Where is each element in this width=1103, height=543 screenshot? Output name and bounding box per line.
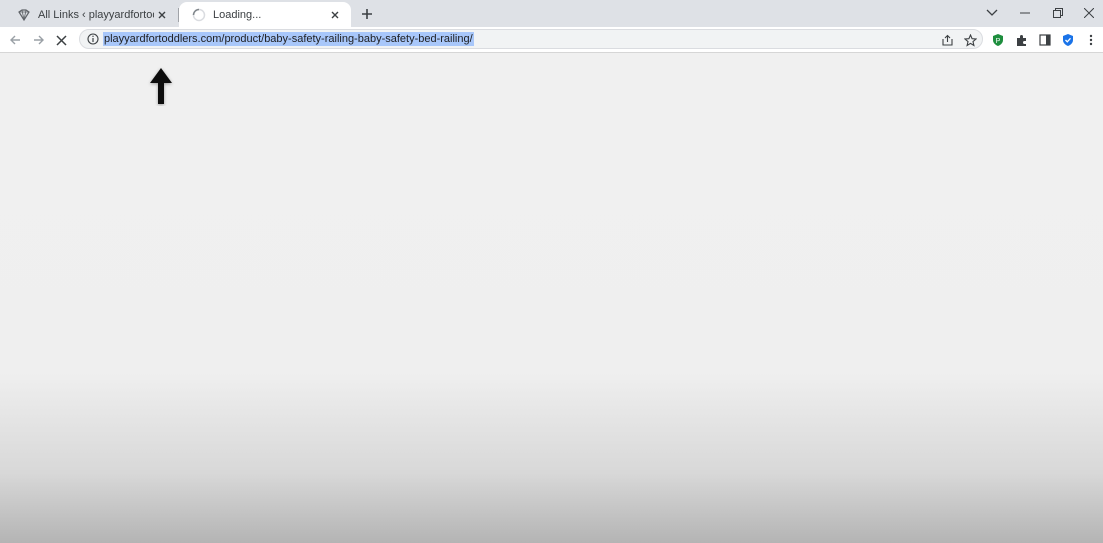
back-arrow-icon	[10, 35, 20, 45]
share-icon[interactable]	[939, 32, 955, 48]
back-button[interactable]	[5, 30, 25, 50]
url-text[interactable]: playyardfortoddlers.com/product/baby-saf…	[103, 32, 474, 46]
kebab-menu-icon	[1089, 34, 1093, 46]
side-panel-icon	[1039, 34, 1051, 46]
extensions-button[interactable]	[1012, 31, 1030, 49]
plus-icon	[362, 9, 372, 19]
close-tab-icon[interactable]	[154, 7, 170, 23]
svg-text:P: P	[996, 38, 1001, 45]
forward-button[interactable]	[29, 30, 49, 50]
tab-strip: All Links ‹ playyardfortoddlers — Loadin…	[0, 0, 1103, 27]
menu-button[interactable]	[1082, 31, 1100, 49]
tab-loading[interactable]: Loading...	[179, 2, 351, 27]
extension-blue-button[interactable]	[1059, 31, 1077, 49]
up-arrow-icon	[150, 68, 172, 104]
side-panel-button[interactable]	[1036, 31, 1054, 49]
tab-all-links[interactable]: All Links ‹ playyardfortoddlers —	[4, 2, 178, 27]
puzzle-icon	[1016, 34, 1026, 46]
chevron-down-icon	[986, 9, 997, 16]
close-icon	[1083, 8, 1094, 18]
forward-arrow-icon	[34, 35, 44, 45]
address-bar[interactable]: playyardfortoddlers.com/product/baby-saf…	[79, 29, 983, 49]
tab-title: All Links ‹ playyardfortoddlers —	[38, 8, 154, 21]
close-tab-icon[interactable]	[327, 7, 343, 23]
star-icon[interactable]	[962, 32, 978, 48]
restore-button[interactable]	[1041, 0, 1074, 26]
minimize-button[interactable]	[1008, 0, 1041, 26]
restore-icon	[1052, 8, 1063, 18]
extension-shield-green-icon: P	[993, 34, 1003, 46]
tab-title: Loading...	[213, 8, 262, 21]
tab-search-button[interactable]	[975, 0, 1008, 26]
loading-spinner-icon	[191, 7, 207, 23]
minimize-icon	[1019, 12, 1030, 14]
stop-loading-icon	[55, 34, 67, 46]
stop-button[interactable]	[51, 30, 71, 50]
new-tab-button[interactable]	[358, 5, 376, 23]
link-favicon-icon	[16, 7, 32, 23]
browser-toolbar: playyardfortoddlers.com/product/baby-saf…	[0, 27, 1103, 53]
extension-green-button[interactable]: P	[989, 31, 1007, 49]
close-window-button[interactable]	[1072, 0, 1103, 26]
info-icon[interactable]	[86, 32, 100, 46]
page-content-area	[0, 53, 1103, 543]
extension-shield-blue-icon	[1063, 34, 1073, 46]
